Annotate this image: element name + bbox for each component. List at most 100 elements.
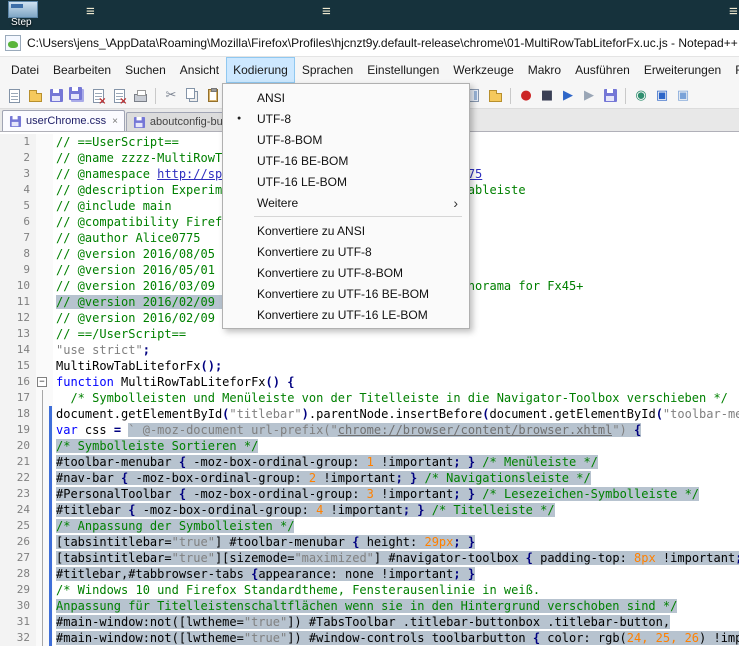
code-text[interactable]: // ==UserScript==: [53, 134, 179, 150]
code-text[interactable]: Anpassung für Titelleistenschaltflächen …: [53, 598, 677, 614]
code-text[interactable]: #titlebar,#tabbrowser-tabs {appearance: …: [53, 566, 475, 582]
code-line-21[interactable]: 21 #toolbar-menubar { -moz-box-ordinal-gr…: [0, 454, 739, 470]
code-text[interactable]: /* Symbolleisten und Menüleiste von der …: [53, 390, 728, 406]
line-number[interactable]: 12: [0, 310, 36, 326]
code-text[interactable]: #PersonalToolbar { -moz-box-ordinal-grou…: [53, 486, 699, 502]
menu-datei[interactable]: Datei: [4, 57, 46, 83]
code-line-28[interactable]: 28#titlebar,#tabbrowser-tabs {appearance…: [0, 566, 739, 582]
close-tab-icon[interactable]: ×: [112, 116, 118, 127]
code-line-19[interactable]: 19 var css = ` @-moz-document url-prefix(…: [0, 422, 739, 438]
code-line-31[interactable]: 31#main-window:not([lwtheme="true"]) #Ta…: [0, 614, 739, 630]
code-text[interactable]: "use strict";: [53, 342, 150, 358]
view-monitor-icon[interactable]: ◉: [632, 87, 650, 105]
encoding-option-konvertiere-zu-ansi[interactable]: Konvertiere zu ANSI: [224, 220, 468, 241]
code-line-14[interactable]: 14 "use strict";: [0, 342, 739, 358]
tab-userchrome-css[interactable]: userChrome.css×: [2, 110, 125, 131]
menu-bearbeiten[interactable]: Bearbeiten: [46, 57, 118, 83]
save-icon[interactable]: [47, 87, 65, 105]
line-number[interactable]: 6: [0, 214, 36, 230]
playback-macro-icon[interactable]: ▶: [559, 87, 577, 105]
code-line-30[interactable]: 30 Anpassung für Titelleistenschaltfläche…: [0, 598, 739, 614]
menu-makro[interactable]: Makro: [521, 57, 568, 83]
folder-as-workspace-icon[interactable]: [486, 87, 504, 105]
line-number[interactable]: 1: [0, 134, 36, 150]
code-text[interactable]: // @include main: [53, 198, 172, 214]
record-macro-icon[interactable]: ●: [517, 87, 535, 105]
paste-icon[interactable]: [204, 87, 222, 105]
code-text[interactable]: document.getElementById("titlebar").pare…: [53, 406, 739, 422]
line-number[interactable]: 24: [0, 502, 36, 518]
code-line-16[interactable]: 16−function MultiRowTabLiteforFx() {: [0, 374, 739, 390]
encoding-option-konvertiere-zu-utf-8-bom[interactable]: Konvertiere zu UTF-8-BOM: [224, 262, 468, 283]
stop-recording-icon[interactable]: ■: [538, 87, 556, 105]
encoding-option-utf-8-bom[interactable]: UTF-8-BOM: [224, 129, 468, 150]
code-line-32[interactable]: 32 #main-window:not([lwtheme="true"]) #wi…: [0, 630, 739, 646]
line-number[interactable]: 10: [0, 278, 36, 294]
close-file-icon[interactable]: [89, 87, 107, 105]
new-file-icon[interactable]: [5, 87, 23, 105]
line-number[interactable]: 15: [0, 358, 36, 374]
code-text[interactable]: var css = ` @-moz-document url-prefix("c…: [53, 422, 641, 438]
line-number[interactable]: 16: [0, 374, 36, 390]
code-line-27[interactable]: 27 [tabsintitlebar="true"][sizemode="maxi…: [0, 550, 739, 566]
hamburger-icon[interactable]: ≡: [322, 4, 331, 19]
line-number[interactable]: 13: [0, 326, 36, 342]
line-number[interactable]: 8: [0, 246, 36, 262]
code-text[interactable]: #toolbar-menubar { -moz-box-ordinal-grou…: [53, 454, 598, 470]
line-number[interactable]: 4: [0, 182, 36, 198]
run-macro-multiple-icon[interactable]: ▶: [580, 87, 598, 105]
line-number[interactable]: 26: [0, 534, 36, 550]
code-line-22[interactable]: 22#nav-bar { -moz-box-ordinal-group: 2 !…: [0, 470, 739, 486]
menu-werkzeuge[interactable]: Werkzeuge: [446, 57, 520, 83]
hamburger-icon[interactable]: ≡: [86, 4, 95, 19]
fold-open-icon[interactable]: −: [37, 377, 47, 387]
code-line-17[interactable]: 17 /* Symbolleisten und Menüleiste von d…: [0, 390, 739, 406]
line-number[interactable]: 32: [0, 630, 36, 646]
line-number[interactable]: 17: [0, 390, 36, 406]
menu-ansicht[interactable]: Ansicht: [173, 57, 226, 83]
code-text[interactable]: /* Anpassung der Symbolleisten */: [53, 518, 294, 534]
encoding-option-konvertiere-zu-utf-16-le-bom[interactable]: Konvertiere zu UTF-16 LE-BOM: [224, 304, 468, 325]
code-text[interactable]: #main-window:not([lwtheme="true"]) #wind…: [53, 630, 739, 646]
line-number[interactable]: 20: [0, 438, 36, 454]
encoding-option-weitere[interactable]: Weitere›: [224, 192, 468, 213]
line-number[interactable]: 30: [0, 598, 36, 614]
code-line-20[interactable]: 20 /* Symbolleiste Sortieren */: [0, 438, 739, 454]
encoding-option-utf-8[interactable]: ●UTF-8: [224, 108, 468, 129]
code-text[interactable]: function MultiRowTabLiteforFx() {: [53, 374, 294, 390]
encoding-option-utf-16-be-bom[interactable]: UTF-16 BE-BOM: [224, 150, 468, 171]
menu-erweiterungen[interactable]: Erweiterungen: [637, 57, 728, 83]
line-number[interactable]: 5: [0, 198, 36, 214]
code-text[interactable]: [tabsintitlebar="true"][sizemode="maximi…: [53, 550, 739, 566]
save-macro-icon[interactable]: [601, 87, 619, 105]
line-number[interactable]: 2: [0, 150, 36, 166]
menu-ausf-hren[interactable]: Ausführen: [568, 57, 637, 83]
code-line-25[interactable]: 25/* Anpassung der Symbolleisten */: [0, 518, 739, 534]
line-number[interactable]: 23: [0, 486, 36, 502]
cut-icon[interactable]: ✂: [162, 87, 180, 105]
encoding-option-utf-16-le-bom[interactable]: UTF-16 LE-BOM: [224, 171, 468, 192]
menu-suchen[interactable]: Suchen: [118, 57, 173, 83]
code-text[interactable]: /* Symbolleiste Sortieren */: [53, 438, 258, 454]
title-bar[interactable]: C:\Users\jens_\AppData\Roaming\Mozilla\F…: [0, 30, 739, 57]
code-text[interactable]: // @author Alice0775: [53, 230, 201, 246]
line-number[interactable]: 14: [0, 342, 36, 358]
close-all-icon[interactable]: [110, 87, 128, 105]
document-switcher-icon[interactable]: ▣: [674, 87, 692, 105]
code-text[interactable]: #main-window:not([lwtheme="true"]) #Tabs…: [53, 614, 670, 630]
code-line-15[interactable]: 15MultiRowTabLiteforFx();: [0, 358, 739, 374]
line-number[interactable]: 27: [0, 550, 36, 566]
line-number[interactable]: 19: [0, 422, 36, 438]
code-text[interactable]: [tabsintitlebar="true"] #toolbar-menubar…: [53, 534, 475, 550]
encoding-option-ansi[interactable]: ANSI: [224, 87, 468, 108]
line-number[interactable]: 3: [0, 166, 36, 182]
code-line-18[interactable]: 18 document.getElementById("titlebar").pa…: [0, 406, 739, 422]
encoding-option-konvertiere-zu-utf-16-be-bom[interactable]: Konvertiere zu UTF-16 BE-BOM: [224, 283, 468, 304]
code-text[interactable]: // ==/UserScript==: [53, 326, 186, 342]
code-line-23[interactable]: 23 #PersonalToolbar { -moz-box-ordinal-gr…: [0, 486, 739, 502]
line-number[interactable]: 21: [0, 454, 36, 470]
line-number[interactable]: 29: [0, 582, 36, 598]
line-number[interactable]: 7: [0, 230, 36, 246]
line-number[interactable]: 11: [0, 294, 36, 310]
line-number[interactable]: 18: [0, 406, 36, 422]
